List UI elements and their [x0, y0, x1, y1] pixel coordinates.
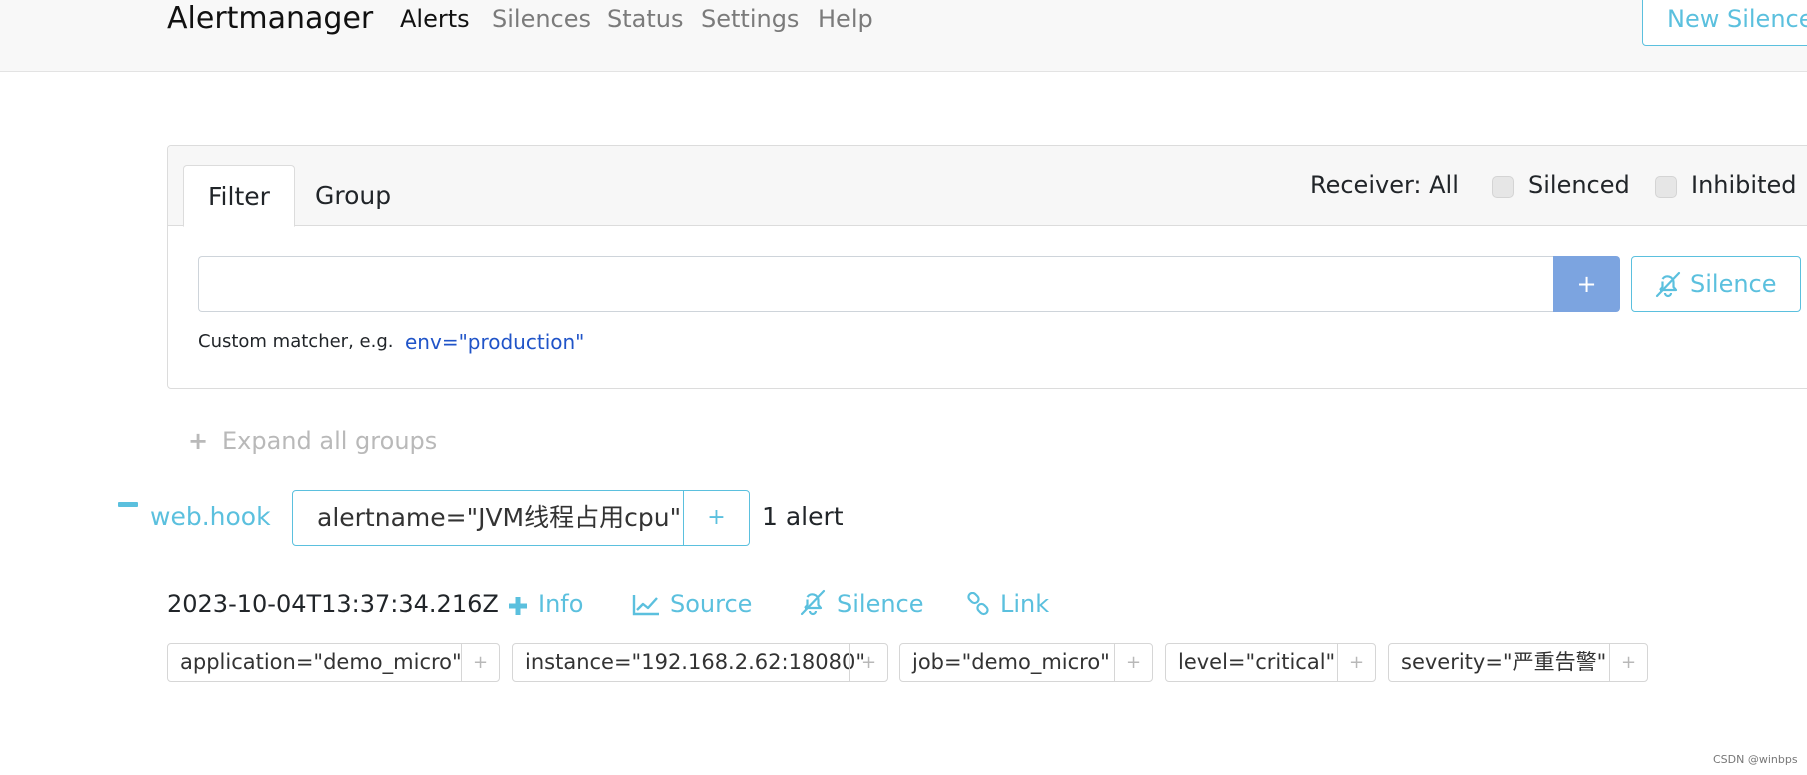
bell-slash-icon [800, 589, 826, 616]
label-add-button[interactable]: + [849, 644, 887, 681]
group-receiver[interactable]: web.hook [150, 500, 271, 534]
expand-all-label: Expand all groups [222, 427, 438, 455]
alert-silence-label: Silence [837, 590, 924, 618]
silence-filter-label: Silence [1690, 270, 1777, 298]
nav-alerts[interactable]: Alerts [400, 2, 470, 36]
alert-link-label: Link [1000, 590, 1050, 618]
brand[interactable]: Alertmanager [167, 0, 373, 38]
label-text[interactable]: instance="192.168.2.62:18080" [525, 644, 865, 681]
nav-help[interactable]: Help [818, 2, 873, 36]
alert-count: 1 alert [762, 502, 844, 531]
bell-slash-icon [1655, 271, 1681, 298]
label-text[interactable]: level="critical" [1178, 644, 1335, 681]
filter-card: Filter Group Receiver: All Silenced Inhi… [167, 145, 1807, 389]
silenced-checkbox[interactable] [1492, 176, 1514, 198]
nav-settings[interactable]: Settings [701, 2, 799, 36]
line-chart-icon [632, 595, 659, 616]
alert-link-button[interactable]: Link [966, 587, 1049, 621]
nav-silences[interactable]: Silences [492, 2, 591, 36]
inhibited-label[interactable]: Inhibited [1691, 168, 1796, 202]
label-instance[interactable]: instance="192.168.2.62:18080" + [512, 643, 888, 682]
plus-icon: + [188, 427, 209, 455]
tab-group[interactable]: Group [291, 165, 415, 227]
alert-info-label: Info [538, 590, 584, 618]
alert-info-button[interactable]: Info [508, 587, 583, 621]
filter-input[interactable] [198, 256, 1553, 312]
group-label[interactable]: alertname="JVM线程占用cpu" + [292, 490, 750, 546]
receiver-select[interactable]: Receiver: All [1310, 168, 1459, 202]
label-severity[interactable]: severity="严重告警" + [1388, 643, 1648, 682]
label-application[interactable]: application="demo_micro" + [167, 643, 500, 682]
tab-filter[interactable]: Filter [183, 165, 295, 227]
alert-timestamp: 2023-10-04T13:37:34.216Z [167, 590, 499, 618]
add-matcher-button[interactable]: + [1553, 256, 1620, 312]
expand-all-groups[interactable]: + Expand all groups [188, 424, 437, 458]
group-label-add-button[interactable]: + [683, 491, 749, 545]
minus-icon[interactable] [118, 502, 138, 507]
label-job[interactable]: job="demo_micro" + [899, 643, 1153, 682]
watermark: CSDN @winbps [1713, 753, 1798, 766]
label-text[interactable]: application="demo_micro" [180, 644, 462, 681]
label-add-button[interactable]: + [1114, 644, 1152, 681]
silenced-label[interactable]: Silenced [1528, 168, 1630, 202]
filter-card-header: Filter Group Receiver: All Silenced Inhi… [168, 146, 1807, 227]
alert-source-label: Source [670, 590, 753, 618]
alert-silence-button[interactable]: Silence [799, 587, 924, 621]
link-icon [967, 591, 989, 616]
silence-filter-button[interactable]: Silence [1631, 256, 1801, 312]
group-label-text[interactable]: alertname="JVM线程占用cpu" [317, 491, 681, 545]
label-text[interactable]: job="demo_micro" [912, 644, 1110, 681]
new-silence-button[interactable]: New Silence [1642, 0, 1807, 46]
inhibited-checkbox[interactable] [1655, 176, 1677, 198]
navbar: Alertmanager Alerts Silences Status Sett… [0, 0, 1807, 72]
label-add-button[interactable]: + [1337, 644, 1375, 681]
alert-source-button[interactable]: Source [632, 587, 752, 621]
plus-icon [509, 597, 527, 615]
nav-status[interactable]: Status [607, 2, 683, 36]
matcher-example[interactable]: env="production" [405, 328, 584, 356]
matcher-hint: Custom matcher, e.g. [198, 331, 394, 352]
label-level[interactable]: level="critical" + [1165, 643, 1376, 682]
label-text[interactable]: severity="严重告警" [1401, 644, 1606, 681]
label-add-button[interactable]: + [1609, 644, 1647, 681]
label-add-button[interactable]: + [461, 644, 499, 681]
